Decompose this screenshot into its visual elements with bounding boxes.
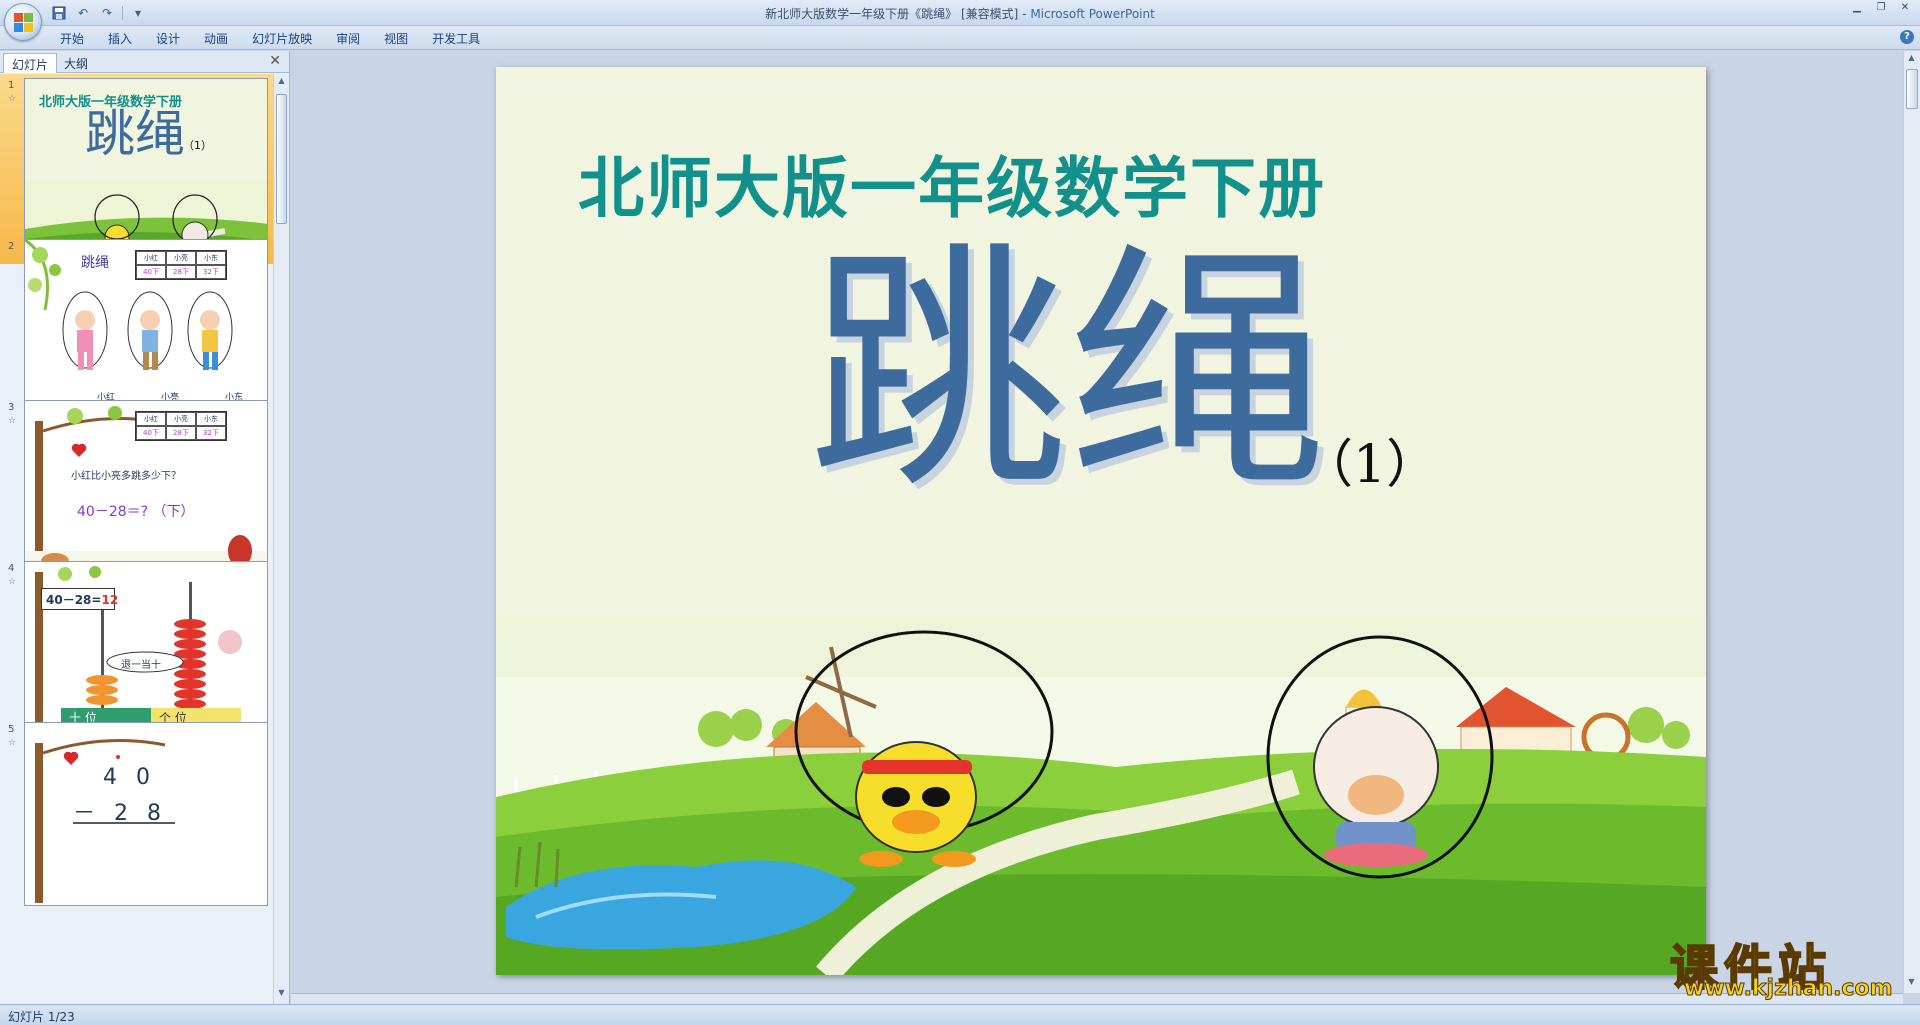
scroll-down-icon[interactable]: ▼ xyxy=(276,988,287,1002)
slides-pane-scrollbar[interactable]: ▲ ▼ xyxy=(273,74,289,1004)
thumbnail-number: 5 xyxy=(8,724,15,735)
office-logo-icon xyxy=(14,13,34,33)
tab-home[interactable]: 开始 xyxy=(48,29,96,49)
thumb-row-2: － 2 8 xyxy=(73,801,167,826)
slide-editing-area: 北师大版一年级数学下册 跳绳 （1） xyxy=(291,51,1903,993)
tab-animations[interactable]: 动画 xyxy=(192,29,240,49)
animation-icon: ☆ xyxy=(8,94,17,104)
close-icon[interactable]: ✕ xyxy=(1894,2,1916,16)
scrollbar-thumb[interactable] xyxy=(276,94,287,224)
slide-title[interactable]: 跳绳 xyxy=(808,243,1328,503)
tab-slides[interactable]: 幻灯片 xyxy=(3,53,58,73)
scroll-up-icon[interactable]: ▲ xyxy=(276,76,287,90)
thumb-question: 小红比小亮多跳多少下？ xyxy=(71,471,181,482)
slide-counter: 幻灯片 1/23 xyxy=(8,1010,75,1024)
pane-tabs: 幻灯片 大纲 ✕ xyxy=(0,51,289,73)
app-name: Microsoft PowerPoint xyxy=(1030,7,1155,21)
thumbnail-preview: 4 0 － 2 8 xyxy=(24,722,268,906)
animation-icon: ☆ xyxy=(8,577,17,587)
scrollbar-thumb[interactable] xyxy=(1906,69,1918,109)
thumb-equation: 40－28=12 xyxy=(41,588,118,610)
thumbnail-5[interactable]: 5 ☆ 4 0 － 2 8 xyxy=(0,718,274,908)
thumb-number-label: （1） xyxy=(183,139,212,152)
thumb-children-illustration xyxy=(62,291,233,370)
tab-developer[interactable]: 开发工具 xyxy=(420,29,492,49)
thumbnail-number: 2 xyxy=(8,241,15,252)
thumb-title: 跳绳 xyxy=(85,105,185,163)
animation-icon: ☆ xyxy=(8,416,17,426)
tab-view[interactable]: 视图 xyxy=(372,29,420,49)
slide-scrollbar[interactable]: ▲ ▼ xyxy=(1903,51,1920,993)
animation-icon: ☆ xyxy=(8,738,17,748)
thumbnail-number: 1 xyxy=(8,80,15,91)
slide-number-label[interactable]: （1） xyxy=(1301,422,1438,497)
thumbnail-number: 4 xyxy=(8,563,15,574)
tab-slideshow[interactable]: 幻灯片放映 xyxy=(240,29,324,49)
thumb-row-1: 4 0 xyxy=(103,765,156,790)
thumb-table: 小红 小亮 小东 40下 28下 32下 xyxy=(135,411,227,441)
thumbnail-number: 3 xyxy=(8,402,15,413)
watermark-logo: 课件站 www.kjzhan.com xyxy=(1669,928,1910,1002)
tab-outline[interactable]: 大纲 xyxy=(56,53,96,73)
thumb-borrow-label: 退一当十 xyxy=(121,660,161,671)
notes-pane-splitter[interactable] xyxy=(291,993,1903,1004)
document-title: 新北师大版数学一年级下册《跳绳》 [兼容模式] - xyxy=(765,7,1031,21)
pane-close-icon[interactable]: ✕ xyxy=(269,53,281,69)
help-icon[interactable]: ? xyxy=(1900,30,1914,44)
minimize-icon[interactable]: ▁ xyxy=(1846,2,1868,16)
slide-scene-illustration xyxy=(496,617,1706,975)
status-bar: 幻灯片 1/23 xyxy=(0,1004,1920,1025)
restore-icon[interactable]: ❐ xyxy=(1870,2,1892,16)
thumb-table: 小红 小亮 小东 40下 28下 32下 xyxy=(135,250,227,280)
thumbnail-list: 1 ☆ 北师大版一年级数学下册 跳绳 （1） 2 跳绳 小红 小亮 小东 40下… xyxy=(0,74,274,1004)
title-bar: ↶ ↷ ▾ 新北师大版数学一年级下册《跳绳》 [兼容模式] - Microsof… xyxy=(0,0,1920,26)
tab-insert[interactable]: 插入 xyxy=(96,29,144,49)
slide-subtitle[interactable]: 北师大版一年级数学下册 xyxy=(578,135,1326,231)
ribbon-tabs: 开始 插入 设计 动画 幻灯片放映 审阅 视图 开发工具 ? xyxy=(0,26,1920,50)
scroll-up-icon[interactable]: ▲ xyxy=(1906,53,1917,67)
thumb-title: 跳绳 xyxy=(81,255,109,271)
watermark-url: www.kjzhan.com xyxy=(1684,976,1894,1002)
office-button[interactable] xyxy=(4,3,42,41)
current-slide[interactable]: 北师大版一年级数学下册 跳绳 （1） xyxy=(496,67,1706,975)
window-controls: ▁ ❐ ✕ xyxy=(1846,2,1916,16)
thumb-equation: 40－28＝? （下） xyxy=(77,504,195,520)
tab-design[interactable]: 设计 xyxy=(144,29,192,49)
slides-pane: 幻灯片 大纲 ✕ 1 ☆ 北师大版一年级数学下册 跳绳 （1） 2 跳绳 小红 … xyxy=(0,51,290,1004)
window-title: 新北师大版数学一年级下册《跳绳》 [兼容模式] - Microsoft Powe… xyxy=(0,5,1920,22)
tab-review[interactable]: 审阅 xyxy=(324,29,372,49)
